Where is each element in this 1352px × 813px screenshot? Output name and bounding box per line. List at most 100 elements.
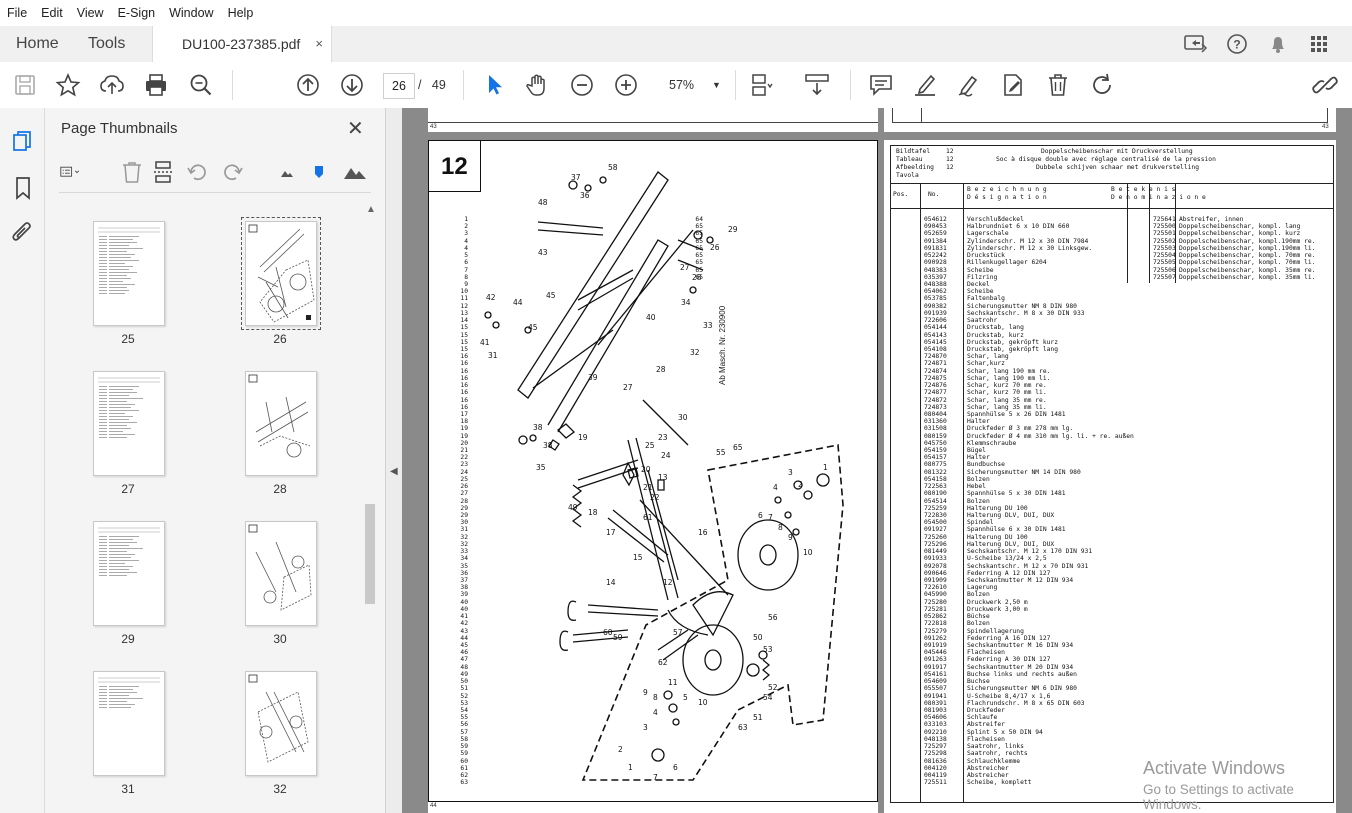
menu-view[interactable]: View: [70, 6, 111, 20]
cell-pos: 16: [460, 382, 468, 390]
thumbnails-scrollbar[interactable]: ▲: [363, 204, 377, 804]
cell-no: 091933: [924, 555, 947, 563]
cell-pos: 65: [695, 273, 703, 281]
scroll-icon[interactable]: [804, 72, 830, 98]
zoom-out-icon[interactable]: [569, 72, 595, 98]
svg-text:38: 38: [533, 423, 543, 432]
undo-icon[interactable]: [186, 160, 210, 184]
highlight-icon[interactable]: [912, 72, 938, 98]
col-desc-fr-header: D é s i g n a t i o n: [967, 194, 1047, 201]
cell-no: 725297: [924, 743, 947, 751]
thumbnail-page-30[interactable]: [245, 521, 317, 626]
cell-no: 091384: [924, 237, 947, 245]
thumbnail-page-32[interactable]: [245, 671, 317, 776]
thumbnail-page-26[interactable]: [241, 217, 321, 330]
bell-icon[interactable]: [1265, 32, 1291, 56]
thumbnail-page-29[interactable]: [93, 521, 165, 626]
cell-no: 722610: [924, 584, 947, 592]
thumbnail-options-icon[interactable]: [59, 160, 99, 184]
tab-tools[interactable]: Tools: [88, 26, 125, 62]
tab-home[interactable]: Home: [16, 26, 59, 62]
scroll-thumb[interactable]: [365, 504, 375, 604]
redo-icon[interactable]: [220, 160, 244, 184]
large-thumbnails-icon[interactable]: [343, 160, 367, 184]
cell-desc: Bolzen: [967, 475, 990, 483]
cell-desc: Bolzen: [967, 620, 990, 628]
svg-text:7: 7: [653, 773, 658, 782]
thumbnails-icon[interactable]: [10, 128, 36, 154]
close-tab-button[interactable]: ×: [315, 26, 323, 62]
thumbnail-size-slider[interactable]: [307, 160, 331, 184]
cell-desc: Abstreicher: [967, 771, 1009, 779]
panel-collapse-handle[interactable]: ◀: [386, 108, 402, 813]
cell-desc: Schar, kurz 70 mm re.: [967, 382, 1047, 390]
cell-desc: Schar, lang 190 mm re.: [967, 367, 1051, 375]
menu-window[interactable]: Window: [162, 6, 220, 20]
thumbnail-page-27[interactable]: [93, 371, 165, 476]
svg-text:21: 21: [643, 483, 653, 492]
menu-file[interactable]: File: [0, 6, 34, 20]
star-icon[interactable]: [55, 72, 81, 98]
apps-grid-icon[interactable]: [1306, 32, 1332, 56]
help-icon[interactable]: ?: [1224, 32, 1250, 56]
cell-desc: Sechskantschr. M 12 x 70 DIN 931: [967, 562, 1089, 570]
svg-text:15: 15: [633, 553, 643, 562]
trash-icon[interactable]: [120, 160, 144, 184]
cell-no: 724870: [924, 353, 947, 361]
thumbnail-page-31[interactable]: [93, 671, 165, 776]
save-icon[interactable]: [12, 72, 38, 98]
thumbnail-page-25[interactable]: [93, 221, 165, 326]
insert-page-icon[interactable]: [152, 160, 176, 184]
cell-desc: Federring A 16 DIN 127: [967, 634, 1051, 642]
cell-no: 054145: [924, 338, 947, 346]
upload-icon[interactable]: [99, 72, 125, 98]
cell-pos: 65: [695, 223, 703, 231]
cell-no: 725296: [924, 540, 947, 548]
cell-pos: 25: [460, 475, 468, 483]
cell-pos: 14: [460, 317, 468, 325]
cell-no: 031360: [924, 418, 947, 426]
delete-icon[interactable]: [1045, 72, 1071, 98]
header-row: Tableau 12 Soc à disque double avec réglag…: [896, 156, 1216, 163]
hand-icon[interactable]: [525, 72, 551, 98]
thumbnail-page-28[interactable]: [245, 371, 317, 476]
cell-no: 054159: [924, 447, 947, 455]
cell-pos: 16: [460, 389, 468, 397]
share-screen-icon[interactable]: [1182, 32, 1208, 56]
svg-text:45: 45: [546, 291, 556, 300]
cell-pos: 60: [460, 757, 468, 765]
comment-icon[interactable]: [868, 72, 894, 98]
cell-no: 724874: [924, 367, 947, 375]
print-icon[interactable]: [143, 72, 169, 98]
menu-esign[interactable]: E-Sign: [111, 6, 163, 20]
bookmark-icon[interactable]: [10, 175, 36, 201]
cell-desc: Sechskantmutter M 20 DIN 934: [967, 663, 1074, 671]
svg-text:11: 11: [668, 678, 678, 687]
close-panel-button[interactable]: ✕: [347, 116, 364, 141]
exploded-parts-diagram: 58373648 43292627 28343340 32282739 4244…: [480, 163, 844, 782]
zoom-in-icon[interactable]: [613, 72, 639, 98]
tab-document[interactable]: DU100-237385.pdf ×: [152, 26, 332, 63]
cell-pos: 45: [460, 641, 468, 649]
select-cursor-icon[interactable]: [481, 72, 507, 98]
cell-desc: Doppelscheibenschar, kompl.190mm re.: [1179, 237, 1316, 245]
link-icon[interactable]: [1312, 72, 1338, 98]
prev-page-icon[interactable]: [295, 72, 321, 98]
zoom-level-select[interactable]: 57% ▼: [656, 73, 728, 97]
page-number-input[interactable]: 26: [383, 73, 415, 99]
cell-desc: Rillenkugellager 6204: [967, 259, 1047, 267]
cell-desc: Doppelscheibenschar, kompl. 35mm li.: [1179, 273, 1316, 281]
previous-page-left-bottom: 43: [428, 108, 878, 132]
scroll-up-arrow[interactable]: ▲: [366, 204, 376, 215]
page-layout-icon[interactable]: [750, 72, 776, 98]
small-thumbnails-icon[interactable]: [275, 160, 299, 184]
edit-pdf-icon[interactable]: [1000, 72, 1026, 98]
next-page-icon[interactable]: [339, 72, 365, 98]
sign-icon[interactable]: [956, 72, 982, 98]
menu-help[interactable]: Help: [221, 6, 261, 20]
attachment-icon[interactable]: [10, 220, 36, 246]
menu-edit[interactable]: Edit: [34, 6, 70, 20]
cell-desc: Scheibe: [967, 266, 994, 274]
rotate-icon[interactable]: [1089, 72, 1115, 98]
zoom-search-icon[interactable]: [188, 72, 214, 98]
